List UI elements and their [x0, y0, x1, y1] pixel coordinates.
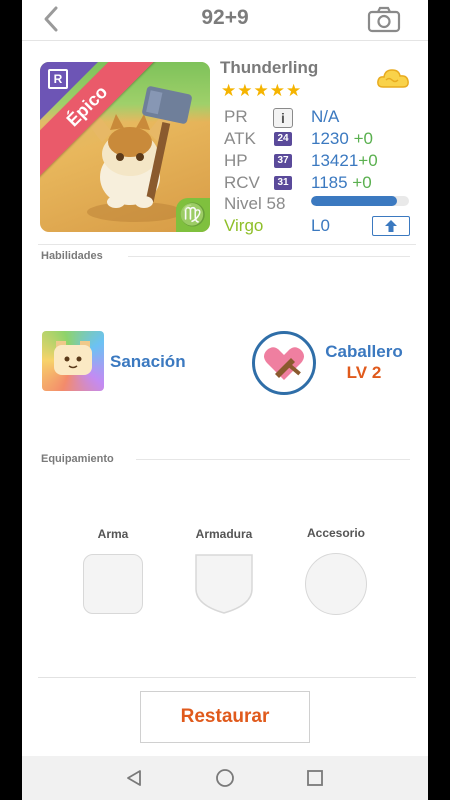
rcv-value-row: 1185 +0 [311, 173, 372, 193]
cat-face-icon [64, 356, 82, 369]
rarity-badge: R [48, 69, 68, 89]
square-recents-icon [307, 770, 323, 786]
hero-portrait[interactable]: Épico R ♍ [40, 62, 210, 232]
skill-name-caballero: Caballero [325, 342, 403, 361]
accessory-slot[interactable] [305, 553, 367, 615]
camera-button[interactable] [366, 5, 402, 33]
level-label: Nivel 58 [224, 194, 286, 213]
section-rule [128, 256, 410, 257]
skill-name-sanacion: Sanación [110, 352, 186, 371]
system-navigation-bar [22, 756, 428, 800]
limit-level: L0 [311, 216, 330, 235]
atk-value: 1230 [311, 129, 349, 148]
circle-home-icon [216, 769, 234, 787]
restore-button[interactable]: Restaurar [140, 691, 310, 743]
shield-slot-icon [195, 554, 253, 614]
nav-home-button[interactable] [211, 764, 239, 792]
upgrade-button[interactable] [372, 216, 410, 236]
divider [38, 244, 416, 245]
xp-progress-fill [311, 196, 398, 206]
hp-level-badge: 37 [274, 154, 292, 168]
info-button[interactable]: i [273, 108, 293, 128]
rcv-label: RCV [224, 173, 260, 192]
rcv-value: 1185 [311, 173, 348, 192]
hp-label: HP [224, 151, 248, 170]
atk-bonus: +0 [353, 129, 373, 148]
hero-name: Thunderling [220, 58, 319, 77]
cloud-icon-graphic [377, 69, 409, 88]
skills-section-title: Habilidades [41, 250, 103, 262]
atk-level-badge: 24 [274, 132, 292, 146]
weapon-slot[interactable] [83, 554, 143, 614]
equipment-section-title: Equipamiento [41, 453, 114, 465]
hp-bonus: +0 [358, 151, 378, 170]
caballero-skill-icon[interactable] [252, 331, 316, 395]
skill-level-caballero: LV 2 [346, 363, 382, 382]
hero-detail-screen: 92+9 Épico R ♍ Thunderling ★★★★★ PR i N/… [22, 0, 428, 800]
rcv-level-badge: 31 [274, 176, 292, 190]
nav-recents-button[interactable] [301, 764, 329, 792]
atk-value-row: 1230 +0 [311, 129, 373, 149]
zodiac-sign: Virgo [224, 216, 264, 235]
atk-label: ATK [224, 129, 256, 148]
armor-slot-label: Armadura [195, 527, 253, 541]
weapon-slot-label: Arma [97, 527, 129, 541]
heart-shield-icon [264, 347, 304, 380]
top-bar: 92+9 [22, 0, 428, 41]
xp-progress-bar [311, 196, 409, 206]
hp-value-row: 13421+0 [311, 151, 378, 171]
divider [38, 677, 416, 678]
arrow-up-icon [385, 220, 397, 232]
camera-icon [367, 6, 401, 33]
armor-slot[interactable] [194, 553, 254, 615]
sanacion-skill-icon[interactable] [42, 331, 104, 391]
nav-back-button[interactable] [120, 764, 148, 792]
section-rule [136, 459, 410, 460]
cloud-icon[interactable] [376, 66, 410, 92]
rcv-bonus: +0 [352, 173, 372, 192]
star-rating: ★★★★★ [221, 81, 303, 100]
hp-value: 13421 [311, 151, 359, 170]
pr-label: PR [224, 107, 248, 126]
pr-value: N/A [311, 107, 340, 126]
accessory-slot-label: Accesorio [306, 526, 366, 540]
triangle-back-icon [127, 770, 141, 786]
zodiac-badge: ♍ [176, 198, 210, 232]
